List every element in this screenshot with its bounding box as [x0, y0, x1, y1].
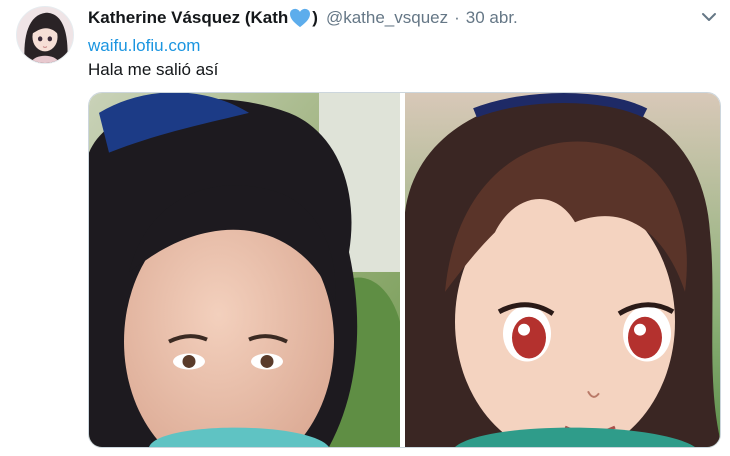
author-name-end: )	[312, 8, 318, 27]
separator-dot: ·	[454, 8, 460, 27]
tweet-text: Hala me salió así	[88, 60, 219, 79]
blue-heart-icon	[289, 8, 311, 28]
avatar[interactable]	[16, 6, 74, 64]
chevron-down-icon[interactable]	[698, 6, 720, 28]
tweet: Katherine Vásquez (Kath ) @kathe_vsquez …	[0, 0, 730, 456]
tweet-date[interactable]: 30 abr.	[466, 8, 518, 28]
author-name[interactable]: Katherine Vásquez (Kath	[88, 8, 288, 28]
selfie-photo[interactable]	[89, 93, 400, 447]
tweet-header: Katherine Vásquez (Kath ) @kathe_vsquez …	[88, 7, 690, 29]
media-grid	[88, 92, 721, 448]
anime-waifu-portrait[interactable]	[405, 93, 720, 447]
anime-girl-avatar-icon	[17, 7, 73, 63]
tweet-link[interactable]: waifu.lofiu.com	[88, 36, 200, 56]
author-handle[interactable]: @kathe_vsquez	[326, 8, 448, 28]
